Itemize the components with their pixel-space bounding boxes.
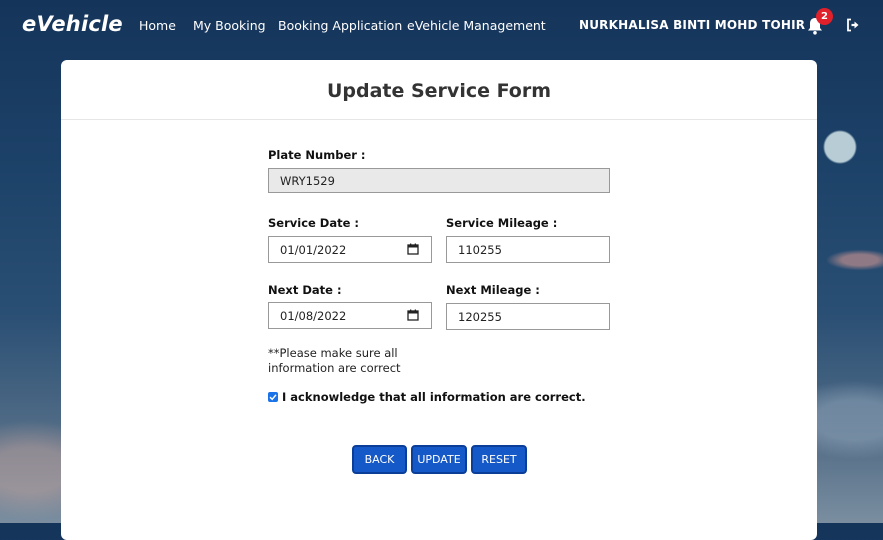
next-date-picker[interactable] <box>268 302 432 329</box>
checkmark-icon <box>269 394 277 401</box>
calendar-icon[interactable] <box>407 243 419 255</box>
calendar-icon[interactable] <box>407 309 419 321</box>
next-mileage-field[interactable] <box>446 303 610 330</box>
next-date-label: Next Date : <box>268 283 342 297</box>
info-note: **Please make sure all information are c… <box>268 346 401 376</box>
update-button[interactable]: UPDATE <box>411 445 467 474</box>
service-date-label: Service Date : <box>268 216 360 230</box>
logout-icon[interactable] <box>846 18 860 32</box>
service-date-picker[interactable] <box>268 236 432 263</box>
nav-home[interactable]: Home <box>139 18 176 33</box>
top-navbar: eVehicle Home My Booking Booking Applica… <box>0 0 883 52</box>
acknowledge-label[interactable]: I acknowledge that all information are c… <box>282 390 586 404</box>
reset-button[interactable]: RESET <box>471 445 527 474</box>
next-mileage-label: Next Mileage : <box>446 283 540 297</box>
notification-badge: 2 <box>816 8 833 25</box>
acknowledge-checkbox[interactable] <box>268 392 278 402</box>
service-mileage-field[interactable] <box>446 236 610 263</box>
nav-evehicle-management[interactable]: eVehicle Management <box>407 18 546 33</box>
back-button[interactable]: BACK <box>352 445 407 474</box>
plate-number-label: Plate Number : <box>268 148 366 162</box>
card-header: Update Service Form <box>61 60 817 120</box>
brand-logo[interactable]: eVehicle <box>22 12 123 36</box>
info-note-line-2: information are correct <box>268 361 401 375</box>
nav-my-booking[interactable]: My Booking <box>193 18 266 33</box>
info-note-line-1: **Please make sure all <box>268 346 398 360</box>
update-service-card: Update Service Form Plate Number : Servi… <box>61 60 817 540</box>
page-title: Update Service Form <box>326 80 552 102</box>
acknowledge-row: I acknowledge that all information are c… <box>268 390 586 404</box>
user-name[interactable]: NURKHALISA BINTI MOHD TOHIR <box>579 18 805 32</box>
nav-booking-application[interactable]: Booking Application <box>278 18 402 33</box>
service-mileage-label: Service Mileage : <box>446 216 558 230</box>
plate-number-field[interactable] <box>268 168 610 193</box>
